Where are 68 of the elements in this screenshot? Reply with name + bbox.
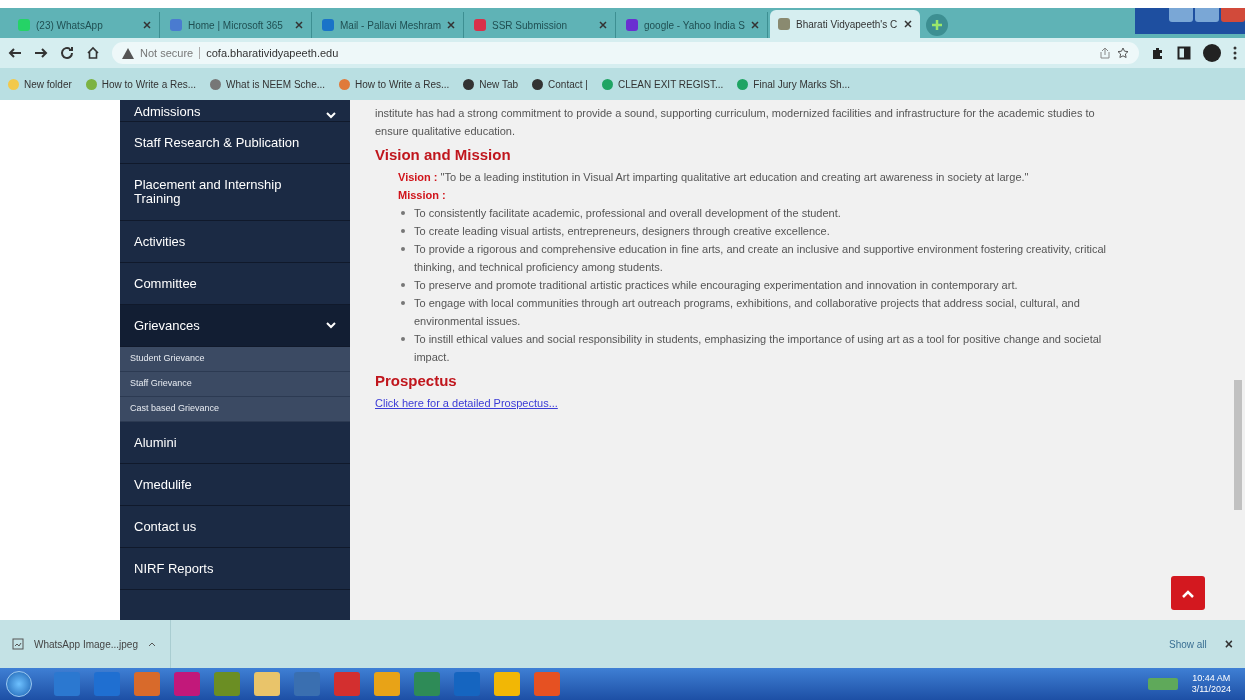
tray-icon[interactable] <box>1147 678 1178 690</box>
clock[interactable]: 10:44 AM 3/11/2024 <box>1191 673 1239 695</box>
scrollbar[interactable] <box>1230 100 1245 620</box>
bookmark[interactable]: How to Write a Res... <box>339 76 450 92</box>
start-button[interactable] <box>6 671 32 697</box>
sidepanel-icon[interactable] <box>1177 46 1191 60</box>
bookmark[interactable]: Final Jury Marks Sh... <box>737 76 850 92</box>
section-heading: Prospectus <box>375 372 458 390</box>
bullet-icon <box>401 247 405 251</box>
bookmark[interactable]: New folder <box>8 76 72 92</box>
section-heading: Vision and Mission <box>375 146 512 164</box>
bookmark[interactable]: What is NEEM Sche... <box>210 76 326 92</box>
close-icon[interactable] <box>751 21 759 29</box>
list-item: To instill ethical values and social responsibility in students, emphasizing the importance of using art as a tool for positive change and societal impact. <box>414 332 1103 365</box>
sidebar-subitem[interactable]: Student Grievance <box>120 347 350 372</box>
bullet-icon <box>401 211 405 215</box>
star-icon[interactable] <box>1117 47 1129 59</box>
sidebar-subitem[interactable]: Staff Grievance <box>120 372 350 397</box>
chevron-down-icon <box>326 322 336 329</box>
close-button[interactable]: × <box>1224 633 1233 655</box>
list-item: To provide a rigorous and comprehensive education in fine arts, and create an inclusive and supportive environment fostering creativity, critical thinking, and technical proficiency among students. <box>414 242 1107 275</box>
bookmark[interactable]: New Tab <box>463 76 519 92</box>
forward-icon[interactable] <box>34 46 48 60</box>
sidebar-item[interactable]: Admissions <box>120 100 350 122</box>
bookmark[interactable]: How to Write a Res... <box>85 76 197 92</box>
menu-icon[interactable] <box>1233 46 1237 60</box>
security-label: Not secure <box>140 45 194 61</box>
browser-tab[interactable]: Bharati Vidyapeeth's C <box>770 10 920 38</box>
chevron-down-icon <box>326 112 336 119</box>
show-all-link[interactable]: Show all <box>1169 636 1207 652</box>
vision-text: Vision : "To be a leading institution in Visual Art imparting qualitative art education and creating art awareness in society at large." <box>397 170 1030 185</box>
address-bar[interactable]: Not secure cofa.bharatividyapeeth.edu <box>112 42 1139 64</box>
bookmark[interactable]: Contact | <box>532 76 588 92</box>
share-icon[interactable] <box>1099 47 1111 59</box>
close-icon[interactable] <box>904 20 912 28</box>
home-icon[interactable] <box>86 46 100 60</box>
paragraph: institute has had a strong commitment to provide a sound, supporting curriculum, modernized facilities and infrastructure for the academic studies to ensure qualitative education. <box>375 106 1096 139</box>
back-icon[interactable] <box>8 46 22 60</box>
scrollbar-thumb[interactable] <box>1234 380 1242 510</box>
close-icon[interactable] <box>447 21 455 29</box>
sidebar-item[interactable]: Grievances <box>120 305 350 347</box>
bullet-icon <box>401 301 405 305</box>
list-item: To create leading visual artists, entrepreneurs, designers through creative excellence. <box>414 224 830 239</box>
warning-icon <box>122 47 134 59</box>
image-file-icon <box>12 638 24 650</box>
close-icon[interactable] <box>295 21 303 29</box>
close-icon[interactable] <box>599 21 607 29</box>
puzzle-icon[interactable] <box>1151 46 1165 60</box>
close-icon[interactable] <box>143 21 151 29</box>
list-item: To preserve and promote traditional artistic practices while encouraging experimentation and innovation in contemporary art. <box>414 278 1018 293</box>
bullet-icon <box>401 229 405 233</box>
bookmark[interactable]: CLEAN EXIT REGIST... <box>601 76 724 92</box>
profile-avatar[interactable] <box>1203 44 1221 62</box>
bullet-icon <box>401 283 405 287</box>
file-name: WhatsApp Image...jpeg <box>34 637 138 652</box>
url-text: cofa.bharatividyapeeth.edu <box>206 45 339 61</box>
prospectus-link[interactable]: Click here for a detailed Prospectus... <box>375 397 558 409</box>
chevron-up-icon <box>1181 588 1195 598</box>
bullet-icon <box>401 337 405 341</box>
mission-label: Mission : <box>397 188 447 203</box>
sidebar-subitem[interactable]: Cast based Grievance <box>120 397 350 422</box>
list-item: To consistently facilitate academic, professional and overall development of the student. <box>414 206 841 221</box>
plus-icon <box>932 20 942 30</box>
back-to-top-button[interactable] <box>1171 576 1205 610</box>
new-tab-button[interactable] <box>926 14 948 36</box>
list-item: To engage with local communities through art outreach programs, exhibitions, and collaborative projects that address social, cultural, and environmental issues. <box>414 296 1081 329</box>
caret-up-icon[interactable] <box>147 641 156 647</box>
reload-icon[interactable] <box>60 46 74 60</box>
